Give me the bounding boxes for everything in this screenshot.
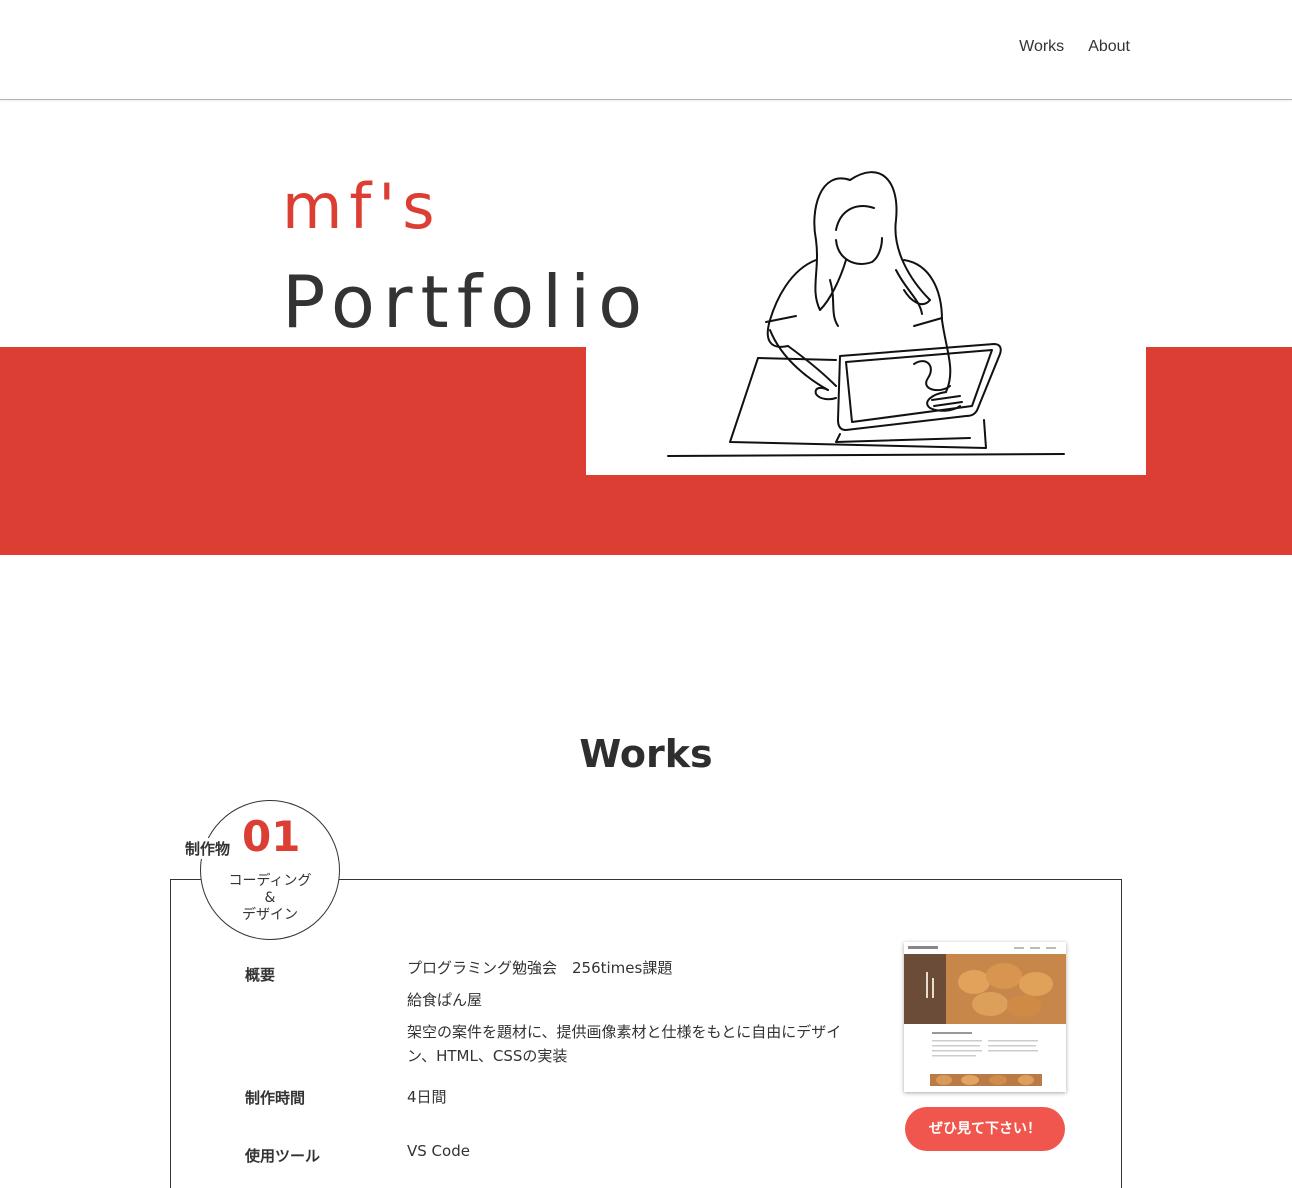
work-thumbnail[interactable] xyxy=(904,942,1066,1092)
overview-line-1: プログラミング勉強会 256times課題 xyxy=(407,959,673,977)
hero-title-portfolio: Portfolio xyxy=(282,260,651,344)
hero-title-mf: mf's xyxy=(282,170,442,243)
overview-label: 概要 xyxy=(245,966,276,984)
nav-link-about[interactable]: About xyxy=(1088,38,1130,56)
site-header: Works About xyxy=(0,0,1292,100)
work-badge-type-line3: デザイン xyxy=(242,907,298,923)
production-time-value: 4日間 xyxy=(407,1088,447,1106)
production-time-label: 制作時間 xyxy=(245,1089,306,1107)
overview-line-3: 架空の案件を題材に、提供画像素材と仕様をもとに自由にデザイン、HTML、CSSの… xyxy=(407,1023,842,1065)
hero-section: mf's Portfolio xyxy=(0,100,1292,555)
woman-with-laptop-illustration xyxy=(667,171,1065,457)
view-work-button[interactable]: ぜひ見て下さい！ xyxy=(905,1107,1065,1151)
work-badge-label: 制作物 xyxy=(185,838,231,859)
work-badge-type: コーディング & デザイン xyxy=(200,873,340,924)
work-badge-type-line1: コーディング xyxy=(228,873,312,889)
overview-line-2: 給食ぱん屋 xyxy=(407,991,483,1009)
work-badge-type-line2: & xyxy=(264,890,276,906)
tools-value: VS Code xyxy=(407,1142,470,1160)
nav-link-works[interactable]: Works xyxy=(1019,38,1064,56)
work-badge-number: 01 xyxy=(242,812,305,861)
main-nav: Works About xyxy=(1019,38,1130,56)
works-section-heading: Works xyxy=(579,732,713,776)
bakery-site-thumbnail-image xyxy=(904,942,1066,1092)
tools-label: 使用ツール xyxy=(245,1147,321,1165)
overview-text: プログラミング勉強会 256times課題 給食ぱん屋 架空の案件を題材に、提供… xyxy=(407,956,867,1068)
